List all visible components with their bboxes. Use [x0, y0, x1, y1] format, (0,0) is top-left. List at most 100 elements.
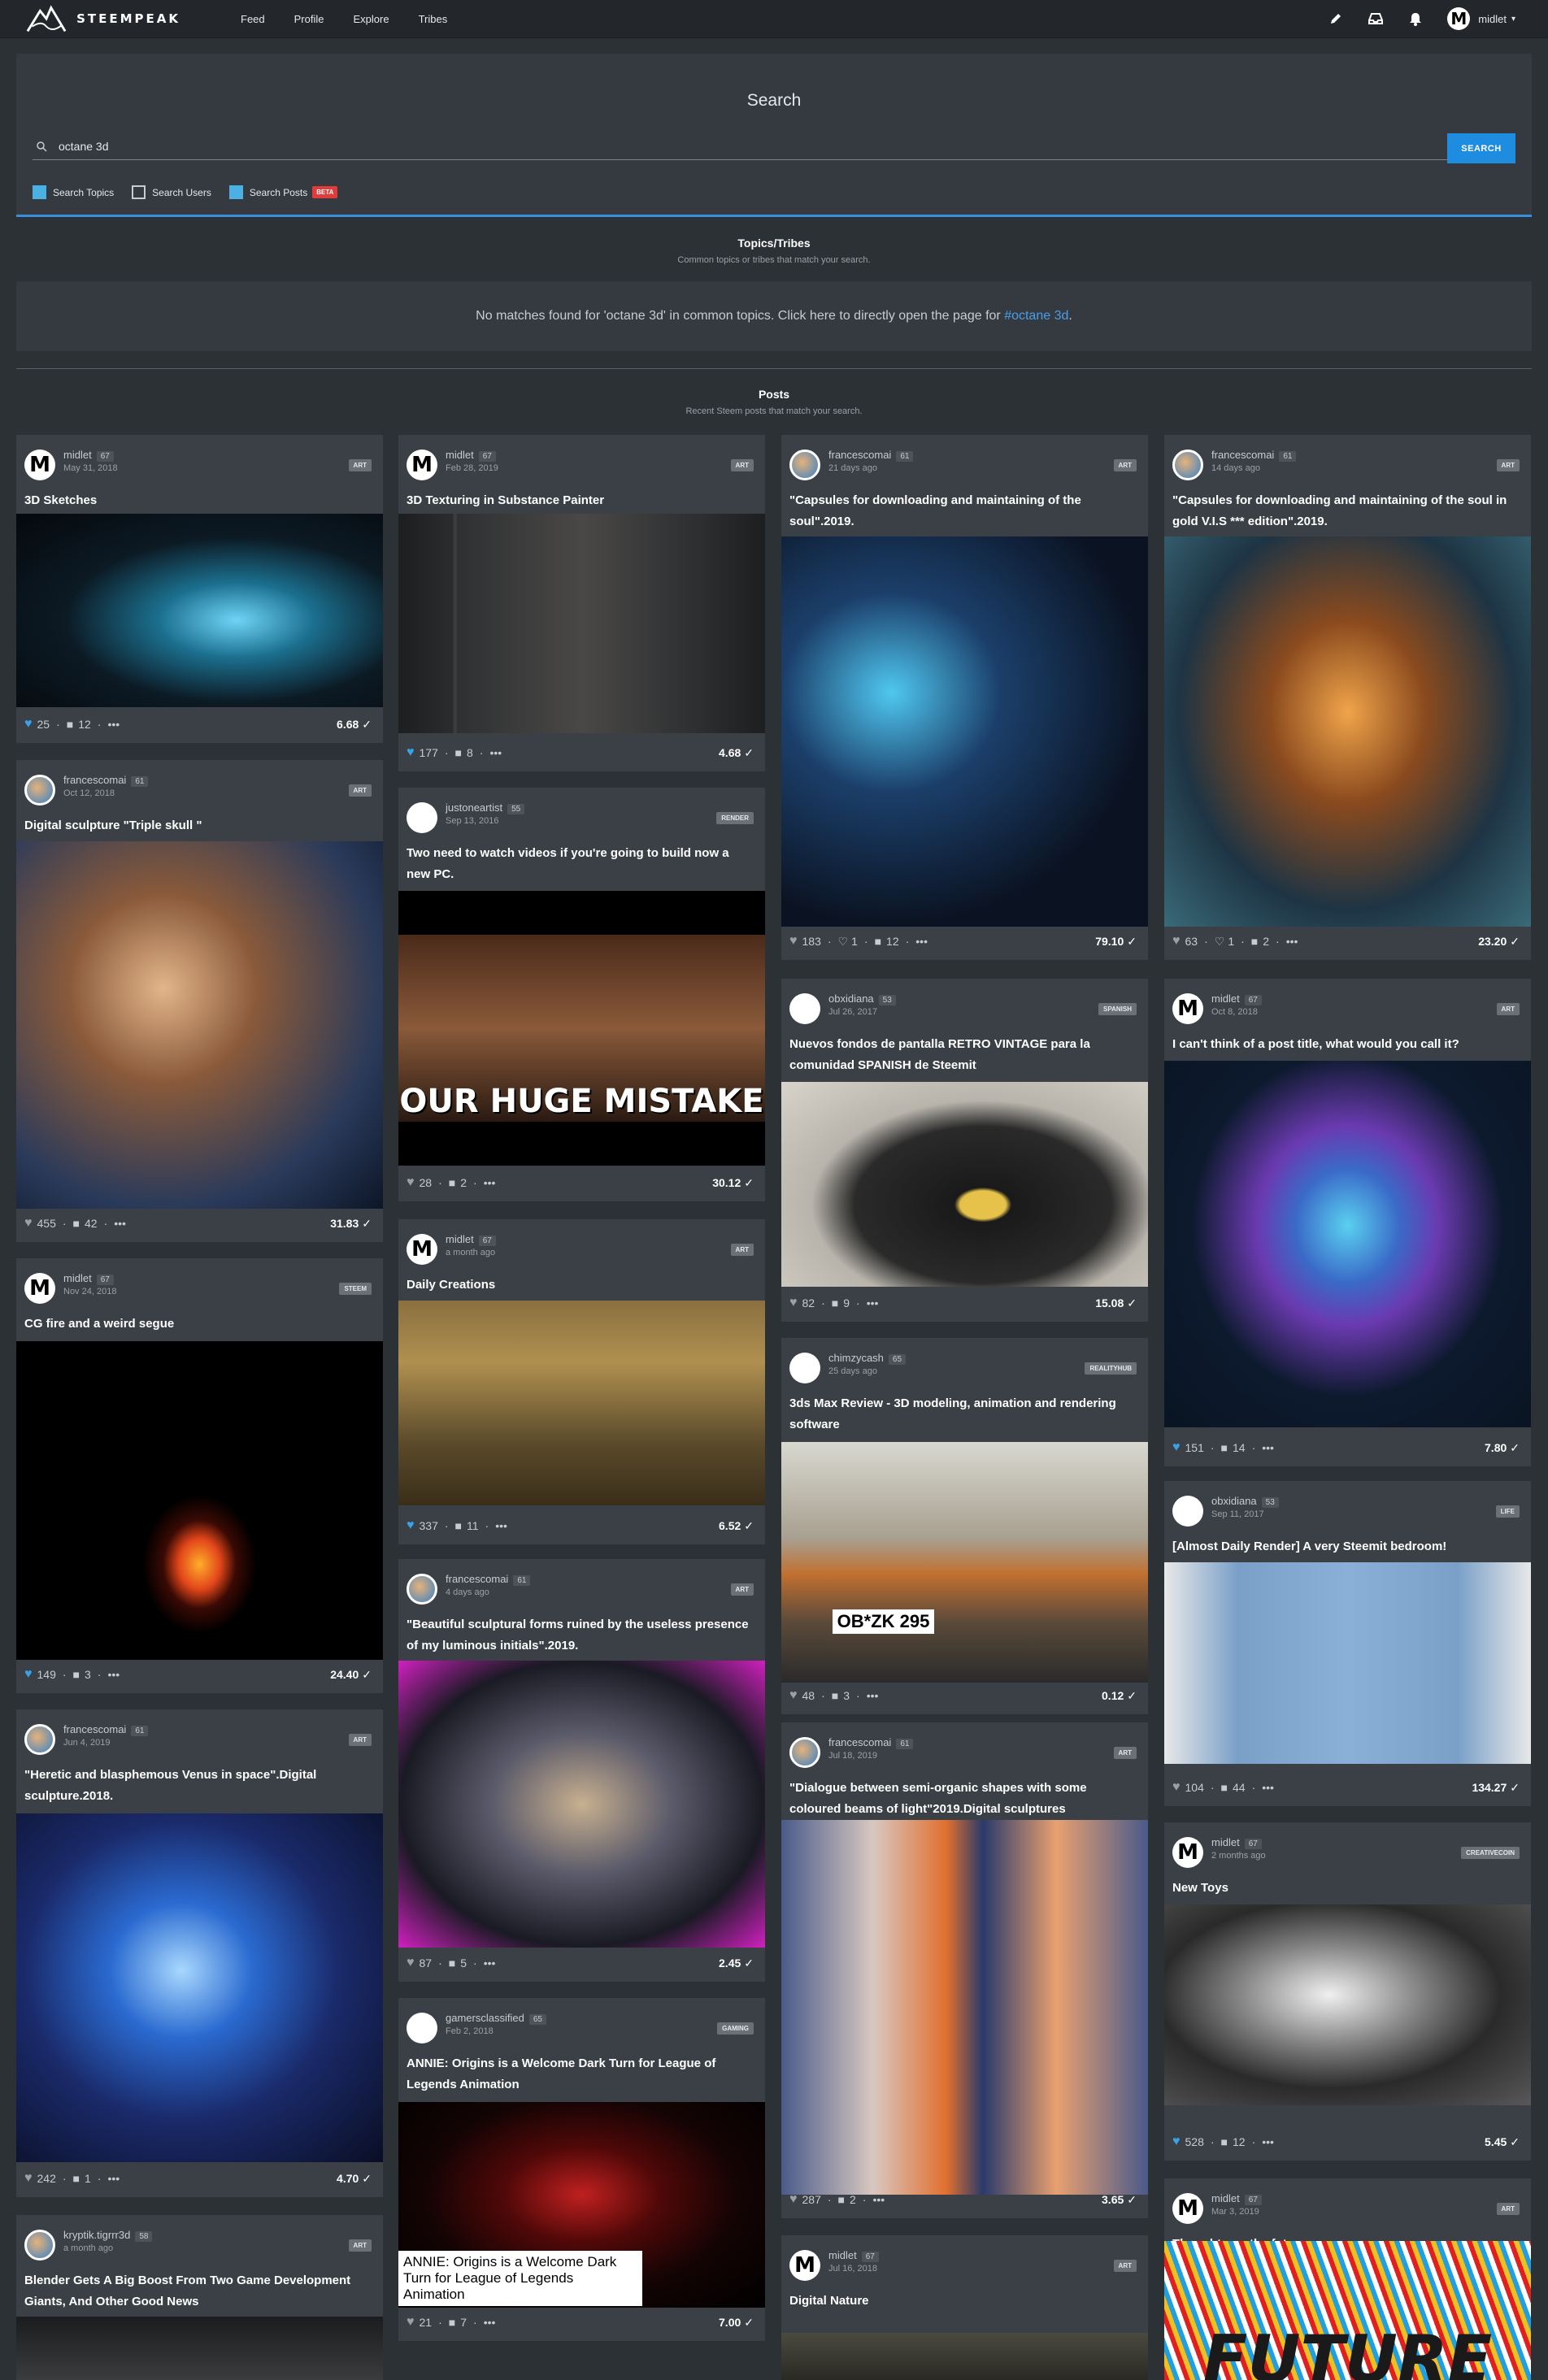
- author-name[interactable]: midlet: [1211, 2192, 1240, 2204]
- tag-badge[interactable]: STEEM: [339, 1283, 372, 1295]
- avatar[interactable]: M: [407, 1234, 437, 1265]
- tag-badge[interactable]: REALITYHUB: [1085, 1362, 1137, 1375]
- tag-badge[interactable]: ART: [1113, 1747, 1137, 1759]
- post-title[interactable]: "Beautiful sculptural forms ruined by th…: [407, 1614, 754, 1657]
- post-thumbnail[interactable]: ANNIE: Origins is a Welcome Dark Turn fo…: [398, 2102, 765, 2308]
- more-icon[interactable]: •••: [484, 1957, 496, 1970]
- post-author[interactable]: Mmidlet 67 May 31, 2018: [24, 450, 118, 480]
- post-author[interactable]: francescomai 61 21 days ago: [789, 450, 914, 480]
- post-thumbnail[interactable]: [16, 1813, 383, 2162]
- nav-profile[interactable]: Profile: [294, 13, 324, 25]
- post-author[interactable]: francescomai 61 14 days ago: [1172, 450, 1297, 480]
- post-author[interactable]: chimzycash 65 25 days ago: [789, 1353, 907, 1383]
- tag-badge[interactable]: ART: [1496, 2203, 1520, 2215]
- flag-icon[interactable]: ♡: [1215, 935, 1225, 949]
- post-author[interactable]: Mmidlet 67 Jul 16, 2018: [789, 2250, 879, 2281]
- post-title[interactable]: 3ds Max Review - 3D modeling, animation …: [789, 1393, 1137, 1435]
- post-card[interactable]: francescomai 61 Jul 18, 2019 ART "Dialogue b…: [781, 1722, 1148, 2218]
- inbox-icon[interactable]: [1368, 11, 1384, 26]
- comment-icon[interactable]: ■: [1251, 935, 1258, 948]
- avatar[interactable]: [789, 450, 820, 480]
- post-card[interactable]: Mmidlet 67 May 31, 2018 ART 3D Sketches ♥ 25 · ■…: [16, 435, 383, 743]
- more-icon[interactable]: •••: [867, 1689, 879, 1702]
- more-icon[interactable]: •••: [107, 2172, 120, 2185]
- post-author[interactable]: francescomai 61 Oct 12, 2018: [24, 775, 149, 806]
- heart-icon[interactable]: ♥: [407, 2315, 415, 2330]
- tag-badge[interactable]: ART: [1113, 459, 1137, 471]
- heart-icon[interactable]: ♥: [789, 1296, 798, 1310]
- checkbox-checked-icon[interactable]: [33, 185, 46, 199]
- brand-logo[interactable]: STEEMPEAK: [26, 2, 180, 35]
- topic-link[interactable]: #octane 3d: [1004, 309, 1068, 324]
- post-thumbnail[interactable]: [398, 1661, 765, 1948]
- post-card[interactable]: justoneartist 55 Sep 13, 2016 RENDER Two nee…: [398, 788, 765, 1201]
- option-search-users[interactable]: Search Users: [132, 185, 211, 199]
- checkbox-unchecked-icon[interactable]: [132, 185, 146, 199]
- tag-badge[interactable]: ART: [348, 784, 372, 797]
- heart-icon[interactable]: ♥: [407, 1518, 415, 1533]
- post-thumbnail[interactable]: OB*ZK 295: [781, 1442, 1148, 1683]
- tag-badge[interactable]: ART: [730, 459, 754, 471]
- post-title[interactable]: "Capsules for downloading and maintainin…: [1172, 490, 1520, 532]
- tag-badge[interactable]: ART: [730, 1244, 754, 1256]
- heart-icon[interactable]: ♥: [789, 2192, 798, 2207]
- comment-icon[interactable]: ■: [73, 1217, 80, 1230]
- post-card[interactable]: francescomai 61 Oct 12, 2018 ART Digital scu…: [16, 760, 383, 1242]
- post-author[interactable]: francescomai 61 Jun 4, 2019: [24, 1724, 149, 1755]
- post-card[interactable]: obxidiana 53 Jul 26, 2017 SPANISH Nuevos fon…: [781, 979, 1148, 1322]
- tag-badge[interactable]: LIFE: [1495, 1505, 1520, 1518]
- post-title[interactable]: 3D Texturing in Substance Painter: [407, 490, 754, 511]
- heart-icon[interactable]: ♥: [24, 717, 33, 732]
- post-title[interactable]: "Dialogue between semi-organic shapes wi…: [789, 1778, 1137, 1820]
- author-name[interactable]: francescomai: [446, 1573, 508, 1585]
- comment-icon[interactable]: ■: [875, 935, 881, 948]
- more-icon[interactable]: •••: [107, 718, 120, 731]
- post-title[interactable]: Digital sculpture "Triple skull ": [24, 815, 372, 836]
- comment-icon[interactable]: ■: [67, 718, 73, 731]
- more-icon[interactable]: •••: [489, 746, 502, 759]
- post-author[interactable]: Mmidlet 67 Mar 3, 2019: [1172, 2193, 1262, 2224]
- tag-badge[interactable]: RENDER: [716, 812, 754, 824]
- flag-icon[interactable]: ♡: [838, 935, 849, 949]
- more-icon[interactable]: •••: [107, 1668, 120, 1681]
- more-icon[interactable]: •••: [114, 1217, 126, 1230]
- comment-icon[interactable]: ■: [838, 2193, 845, 2206]
- more-icon[interactable]: •••: [915, 935, 928, 948]
- post-card[interactable]: Mmidlet67Mar 3, 2019ARTThoughts on the f…: [1164, 2178, 1531, 2380]
- post-thumbnail[interactable]: [1164, 536, 1531, 927]
- avatar[interactable]: [1172, 1496, 1203, 1527]
- post-card[interactable]: francescomai 61 Jun 4, 2019 ART "Heretic and…: [16, 1709, 383, 2197]
- post-card[interactable]: obxidiana 53 Sep 11, 2017 LIFE [Almost Daily…: [1164, 1481, 1531, 1806]
- post-title[interactable]: "Capsules for downloading and maintainin…: [789, 490, 1137, 532]
- post-card[interactable]: Mmidlet 67 Nov 24, 2018 STEEM CG fire and a …: [16, 1258, 383, 1693]
- option-search-topics[interactable]: Search Topics: [33, 185, 114, 199]
- post-thumbnail[interactable]: [781, 1820, 1148, 2195]
- avatar[interactable]: [24, 2230, 55, 2261]
- post-thumbnail[interactable]: [1164, 1904, 1531, 2105]
- author-name[interactable]: midlet: [446, 1233, 474, 1245]
- avatar[interactable]: M: [789, 2250, 820, 2281]
- post-thumbnail[interactable]: [781, 2333, 1148, 2380]
- post-title[interactable]: Two need to watch videos if you're going…: [407, 843, 754, 885]
- heart-icon[interactable]: ♥: [24, 2171, 33, 2186]
- tag-badge[interactable]: SPANISH: [1098, 1003, 1137, 1015]
- post-title[interactable]: Digital Nature: [789, 2291, 1137, 2312]
- post-card[interactable]: Mmidlet 67 Oct 8, 2018 ART I can't think of …: [1164, 979, 1531, 1466]
- avatar[interactable]: [24, 1724, 55, 1755]
- heart-icon[interactable]: ♥: [789, 1688, 798, 1703]
- more-icon[interactable]: •••: [1262, 1781, 1274, 1794]
- chevron-down-icon[interactable]: ▾: [1511, 15, 1515, 24]
- tag-badge[interactable]: ART: [1496, 1003, 1520, 1015]
- avatar[interactable]: [789, 993, 820, 1024]
- heart-icon[interactable]: ♥: [407, 745, 415, 760]
- post-thumbnail[interactable]: [398, 1301, 765, 1505]
- comment-icon[interactable]: ■: [73, 1668, 80, 1681]
- avatar[interactable]: M: [24, 450, 55, 480]
- tag-badge[interactable]: CREATIVECOIN: [1461, 1847, 1520, 1859]
- tag-badge[interactable]: GAMING: [717, 2022, 754, 2035]
- avatar[interactable]: [407, 2013, 437, 2043]
- heart-icon[interactable]: ♥: [24, 1216, 33, 1231]
- post-card[interactable]: kryptik.tigrrr3d 58 a month ago ART Blender …: [16, 2215, 383, 2380]
- post-card[interactable]: chimzycash 65 25 days ago REALITYHUB 3ds Max…: [781, 1338, 1148, 1714]
- avatar[interactable]: M: [24, 1273, 55, 1304]
